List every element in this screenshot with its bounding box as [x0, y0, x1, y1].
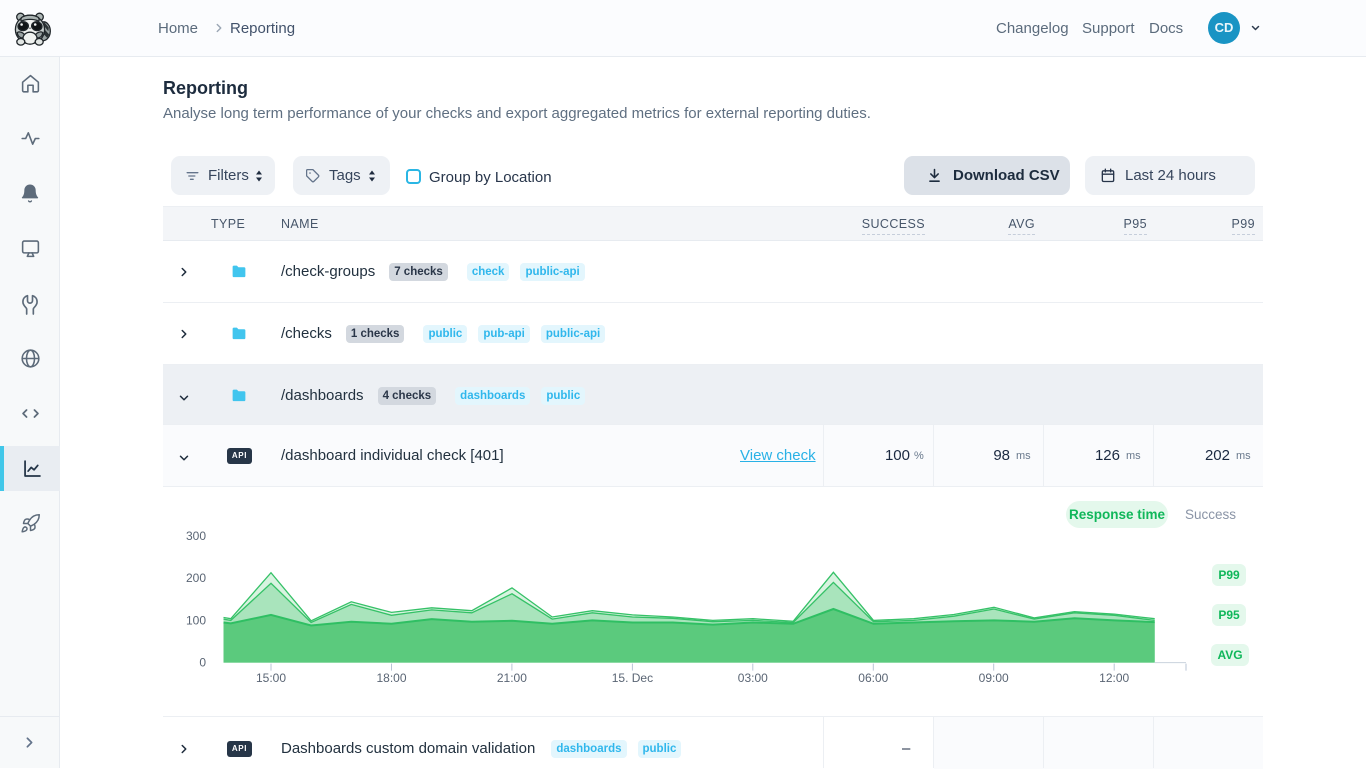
- svg-text:18:00: 18:00: [376, 671, 406, 685]
- svg-text:06:00: 06:00: [858, 671, 888, 685]
- svg-text:300: 300: [186, 529, 206, 543]
- svg-text:12:00: 12:00: [1099, 671, 1129, 685]
- svg-text:15. Dec: 15. Dec: [612, 671, 653, 685]
- svg-text:100: 100: [186, 613, 206, 627]
- svg-text:0: 0: [199, 656, 206, 670]
- svg-text:09:00: 09:00: [979, 671, 1009, 685]
- svg-text:200: 200: [186, 571, 206, 585]
- svg-text:21:00: 21:00: [497, 671, 527, 685]
- svg-text:03:00: 03:00: [738, 671, 768, 685]
- svg-text:15:00: 15:00: [256, 671, 286, 685]
